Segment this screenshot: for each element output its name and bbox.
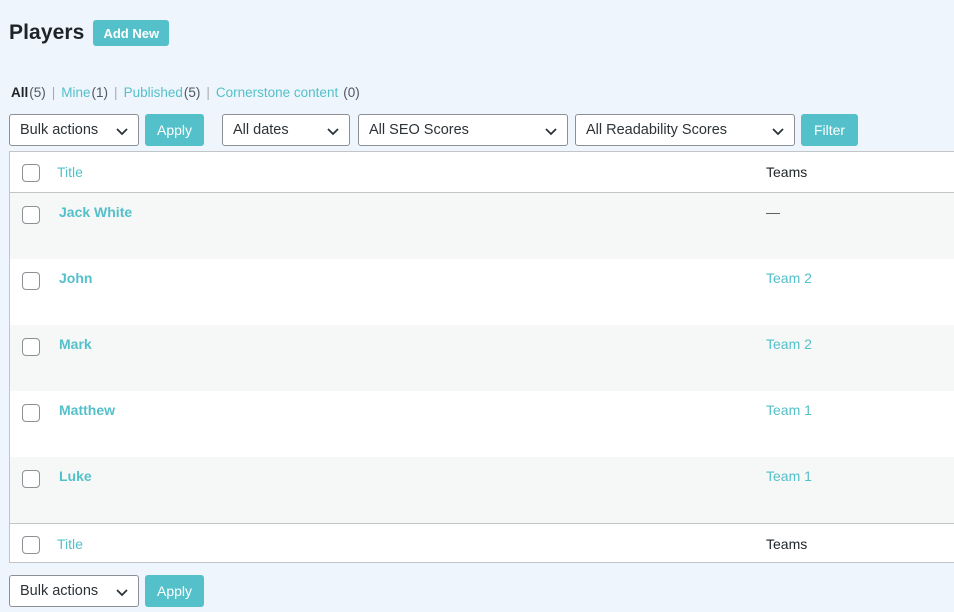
chevron-down-icon <box>545 128 557 136</box>
apply-button-bottom[interactable]: Apply <box>145 575 204 607</box>
readability-scores-select[interactable]: All Readability Scores <box>575 114 795 146</box>
page-title: Players <box>9 21 85 44</box>
view-filters: All (5) | Mine (1) | Published (5) | Cor… <box>11 85 360 100</box>
table-row: Mark Team 2 <box>10 325 954 391</box>
view-cornerstone[interactable]: Cornerstone content <box>216 85 338 100</box>
view-mine-count: (1) <box>91 85 109 100</box>
column-title-footer[interactable]: Title <box>57 536 83 552</box>
table-row: Matthew Team 1 <box>10 391 954 457</box>
row-checkbox[interactable] <box>22 272 40 290</box>
separator: | <box>51 85 56 100</box>
bulk-actions-select-bottom[interactable]: Bulk actions <box>9 575 139 607</box>
player-team: — <box>766 204 780 220</box>
view-all-count: (5) <box>29 85 46 100</box>
seo-scores-select[interactable]: All SEO Scores <box>358 114 568 146</box>
view-published[interactable]: Published <box>124 85 183 100</box>
player-team-link[interactable]: Team 1 <box>766 402 812 418</box>
readability-scores-value: All Readability Scores <box>586 122 728 138</box>
chevron-down-icon <box>772 128 784 136</box>
player-team-link[interactable]: Team 2 <box>766 270 812 286</box>
bulk-actions-value-bottom: Bulk actions <box>20 583 99 599</box>
seo-scores-value: All SEO Scores <box>369 122 469 138</box>
player-team-link[interactable]: Team 2 <box>766 336 812 352</box>
column-teams-header: Teams <box>766 164 808 180</box>
player-title-link[interactable]: Matthew <box>59 402 115 418</box>
column-title-header[interactable]: Title <box>57 164 83 180</box>
row-checkbox[interactable] <box>22 206 40 224</box>
row-checkbox[interactable] <box>22 338 40 356</box>
row-checkbox[interactable] <box>22 404 40 422</box>
table-row: Luke Team 1 <box>10 457 954 523</box>
separator: | <box>114 85 118 100</box>
table-footer: Title Teams <box>10 523 954 563</box>
apply-button[interactable]: Apply <box>145 114 204 146</box>
separator: | <box>206 85 210 100</box>
chevron-down-icon <box>116 589 128 597</box>
bulk-actions-select[interactable]: Bulk actions <box>9 114 139 146</box>
view-mine[interactable]: Mine <box>61 85 90 100</box>
chevron-down-icon <box>327 128 339 136</box>
row-checkbox[interactable] <box>22 470 40 488</box>
player-title-link[interactable]: Jack White <box>59 204 132 220</box>
select-all-checkbox-bottom[interactable] <box>22 536 40 554</box>
column-teams-footer: Teams <box>766 535 808 552</box>
page-header: Players Add New <box>9 19 170 47</box>
table-row: Jack White — <box>10 193 954 259</box>
view-published-count: (5) <box>183 85 201 100</box>
dates-value: All dates <box>233 122 289 138</box>
view-cornerstone-count: (0) <box>343 85 360 100</box>
view-all[interactable]: All <box>11 85 28 100</box>
filter-button[interactable]: Filter <box>801 114 858 146</box>
players-table: Title Teams Jack White — John Team 2 Mar… <box>9 151 954 563</box>
table-row: John Team 2 <box>10 259 954 325</box>
player-title-link[interactable]: Mark <box>59 336 92 352</box>
player-title-link[interactable]: Luke <box>59 468 92 484</box>
select-all-checkbox[interactable] <box>22 164 40 182</box>
dates-select[interactable]: All dates <box>222 114 350 146</box>
player-team-link[interactable]: Team 1 <box>766 468 812 484</box>
chevron-down-icon <box>116 128 128 136</box>
add-new-button[interactable]: Add New <box>93 20 170 46</box>
table-header: Title Teams <box>10 152 954 193</box>
player-title-link[interactable]: John <box>59 270 92 286</box>
bulk-actions-value: Bulk actions <box>20 122 99 138</box>
